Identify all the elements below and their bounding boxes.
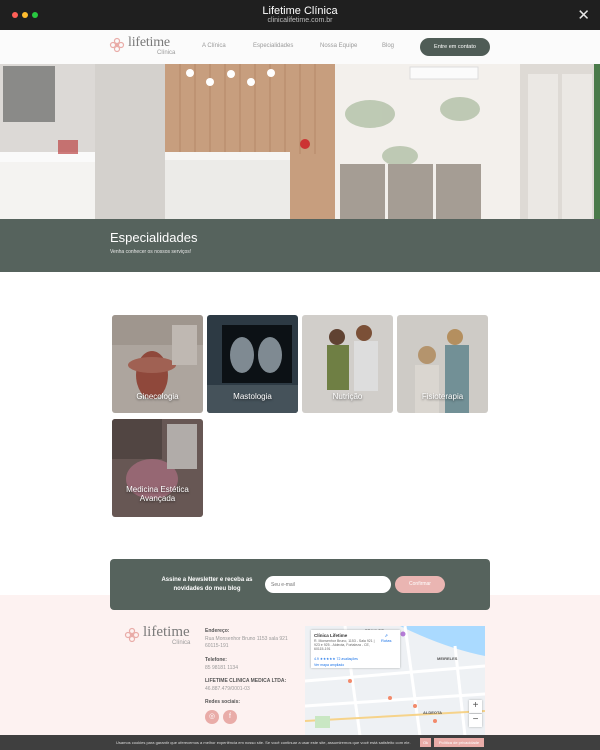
- flower-logo-icon: [124, 627, 140, 643]
- map-rating[interactable]: 4.9 ★★★★★ 72 avaliações: [314, 657, 358, 661]
- specialty-card-nutricao[interactable]: Nutrição: [302, 315, 393, 413]
- cookie-ok-button[interactable]: Ok: [420, 738, 431, 747]
- map-directions[interactable]: ⇗ Rotas: [381, 633, 391, 643]
- contact-button[interactable]: Entre em contato: [420, 38, 490, 56]
- nav-link-blog[interactable]: Blog: [382, 43, 394, 49]
- cookie-banner: Usamos cookies para garantir que oferece…: [0, 735, 600, 750]
- map-place-name: Clínica Lifetime: [314, 633, 348, 638]
- nav-link-clinica[interactable]: A Clínica: [202, 43, 226, 49]
- specialty-card-medicina-estetica[interactable]: Medicina Estética Avançada: [112, 419, 203, 517]
- logo-wordmark: lifetime: [128, 35, 170, 50]
- window-titlebar: Lifetime Clínica clinicalifetime.com.br …: [0, 0, 600, 30]
- instagram-icon[interactable]: ◎: [205, 710, 219, 724]
- map-place-card: Clínica Lifetime R. Monsenhor Bruno, 115…: [311, 630, 400, 668]
- flower-logo-icon: [109, 37, 125, 53]
- page-title: Especialidades: [110, 230, 198, 245]
- address-label: Endereço:: [205, 628, 230, 634]
- specialty-card-mastologia[interactable]: Mastologia: [207, 315, 298, 413]
- address-value: Rua Monsenhor Bruno 1153 sala 921: [205, 636, 288, 642]
- specialty-card-fisioterapia[interactable]: Fisioterapia: [397, 315, 488, 413]
- phone-value[interactable]: 85 98181 1134: [205, 665, 238, 671]
- company-label: LIFETIME CLINICA MEDICA LTDA:: [205, 678, 287, 684]
- newsletter-box: Assine a Newsletter e receba as novidade…: [110, 559, 490, 610]
- newsletter-email-input[interactable]: [265, 576, 391, 593]
- page-subtitle: Venha conhecer os nossos serviços!: [110, 249, 192, 255]
- zoom-out-button[interactable]: −: [469, 714, 482, 727]
- zoom-in-button[interactable]: +: [469, 700, 482, 713]
- specialty-label: Medicina Estética Avançada: [126, 485, 189, 503]
- page-title-band: Especialidades Venha conhecer os nossos …: [0, 219, 600, 272]
- facebook-icon[interactable]: f: [223, 710, 237, 724]
- footer-logo-subtitle: Clínica: [172, 640, 191, 646]
- footer-logo-wordmark: lifetime: [143, 624, 190, 640]
- map-reviews[interactable]: 72 avaliações: [337, 657, 358, 661]
- social-label: Redes sociais:: [205, 699, 241, 705]
- google-map[interactable]: PRAIA DE MEIRELES ALDEOTA Clínica Lifeti…: [305, 626, 485, 736]
- map-label-aldeota: ALDEOTA: [423, 710, 443, 715]
- specialty-label: Fisioterapia: [421, 392, 464, 401]
- address-zip: 60115-191: [205, 643, 229, 649]
- footer-logo[interactable]: lifetime Clínica: [124, 624, 194, 648]
- phone-label: Telefone:: [205, 657, 227, 663]
- close-icon[interactable]: ✕: [577, 6, 590, 24]
- privacy-policy-button[interactable]: Política de privacidade: [434, 738, 484, 747]
- map-larger-link[interactable]: Ver mapa ampliado: [314, 663, 344, 667]
- specialty-label: Ginecologia: [136, 392, 179, 401]
- nav-link-especialidades[interactable]: Especialidades: [253, 43, 293, 49]
- map-label-meireles: MEIRELES: [437, 656, 458, 661]
- nav-link-equipe[interactable]: Nossa Equipe: [320, 43, 357, 49]
- map-directions-label: Rotas: [381, 638, 392, 643]
- site-logo[interactable]: lifetime Clínica: [109, 35, 179, 58]
- map-rating-stars: 4.9 ★★★★★: [314, 657, 336, 661]
- window-url: clinicalifetime.com.br: [267, 17, 333, 24]
- site-header: lifetime Clínica A Clínica Especialidade…: [0, 30, 600, 64]
- cnpj-value: 46.887.479/0001-03: [205, 686, 250, 692]
- window-title: Lifetime Clínica: [262, 5, 338, 17]
- footer: [0, 595, 600, 735]
- cookie-text: Usamos cookies para garantir que oferece…: [116, 740, 411, 745]
- hero-image: [0, 64, 600, 219]
- specialty-label: Nutrição: [332, 392, 363, 401]
- newsletter-text: Assine a Newsletter e receba as novidade…: [161, 577, 253, 592]
- specialty-card-ginecologia[interactable]: Ginecologia: [112, 315, 203, 413]
- specialty-label: Mastologia: [233, 392, 272, 401]
- map-place-address: R. Monsenhor Bruno, 1153 - Sala 921 | 92…: [314, 639, 375, 651]
- logo-subtitle: Clínica: [157, 50, 176, 56]
- newsletter-confirm-button[interactable]: Confirmar: [395, 576, 445, 593]
